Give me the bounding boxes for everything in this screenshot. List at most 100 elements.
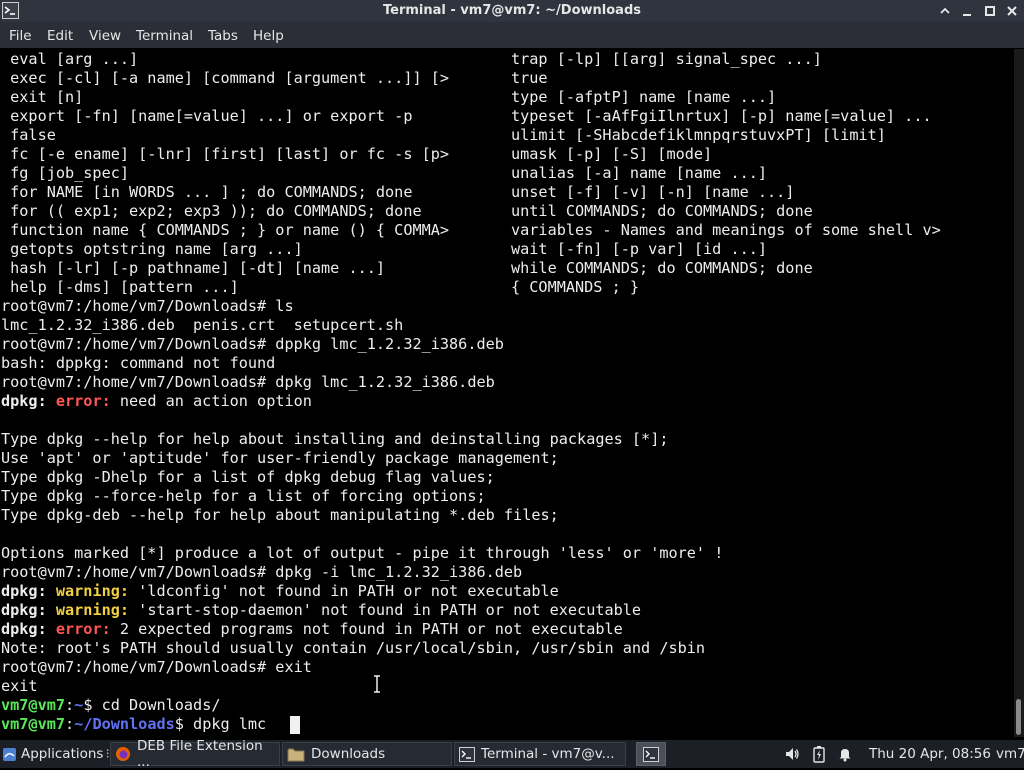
terminal-line: Use 'apt' or 'aptitude' for user-friendl… <box>1 449 559 467</box>
terminal-line: bash: dppkg: command not found <box>1 354 276 372</box>
terminal-line: dpkg: warning: 'ldconfig' not found in P… <box>1 582 559 601</box>
help-line: { COMMANDS ; } <box>511 278 640 296</box>
help-line: type [-afptP] name [name ...] <box>511 88 777 106</box>
window-titlebar[interactable]: Terminal - vm7@vm7: ~/Downloads <box>0 0 1024 22</box>
help-line: wait [-fn] [-p var] [id ...] <box>511 240 768 258</box>
terminal-line: Type dpkg --force-help for a list of for… <box>1 487 486 505</box>
terminal-line: root@vm7:/home/vm7/Downloads# dpkg -i lm… <box>1 563 523 581</box>
terminal-icon <box>643 746 659 762</box>
prompt-colon: : <box>65 696 75 714</box>
prompt-path: ~/Downloads <box>74 715 175 733</box>
help-line: umask [-p] [-S] [mode] <box>511 145 713 163</box>
terminal-line: dpkg: error: 2 expected programs not fou… <box>1 620 623 639</box>
prompt-path: ~ <box>74 696 84 714</box>
warning-label: warning: <box>55 582 130 600</box>
help-line: unalias [-a] name [name ...] <box>511 164 768 182</box>
taskbar-window-label: DEB File Extension ... <box>137 738 263 770</box>
terminal-line: root@vm7:/home/vm7/Downloads# dppkg lmc_… <box>1 335 504 353</box>
close-icon[interactable] <box>1003 2 1021 20</box>
terminal-output[interactable]: eval [arg ...] exec [-cl] [-a name] [com… <box>0 49 1014 737</box>
terminal-line: lmc_1.2.32_i386.deb penis.crt setupcert.… <box>1 316 404 334</box>
user-name[interactable]: vm7 <box>996 742 1024 766</box>
terminal-line: dpkg: warning: 'start-stop-daemon' not f… <box>1 601 641 620</box>
help-line: function name { COMMANDS ; } or name () … <box>1 221 450 239</box>
help-line: trap [-lp] [[arg] signal_spec ...] <box>511 50 822 68</box>
prompt-colon: : <box>65 715 75 733</box>
battery-icon[interactable] <box>812 742 826 766</box>
terminal-line: root@vm7:/home/vm7/Downloads# exit <box>1 658 312 676</box>
menu-edit[interactable]: Edit <box>47 28 73 44</box>
chevron-up-icon[interactable] <box>936 2 954 20</box>
help-line: for NAME [in WORDS ... ] ; do COMMANDS; … <box>1 183 413 201</box>
dpkg-prefix: dpkg: <box>1 582 47 600</box>
help-line: eval [arg ...] <box>1 50 139 68</box>
help-line: hash [-lr] [-p pathname] [-dt] [name ...… <box>1 259 386 277</box>
help-line: until COMMANDS; do COMMANDS; done <box>511 202 813 220</box>
minimize-icon[interactable] <box>958 2 976 20</box>
ibeam-cursor-icon <box>372 675 382 693</box>
menu-file[interactable]: File <box>9 28 32 44</box>
help-line: false <box>1 126 56 144</box>
help-line: help [-dms] [pattern ...] <box>1 278 239 296</box>
taskbar-window-label: Terminal - vm7@v... <box>481 746 615 762</box>
volume-icon[interactable] <box>784 742 800 766</box>
menu-tabs[interactable]: Tabs <box>208 28 238 44</box>
terminal-line: dpkg: error: need an action option <box>1 392 312 411</box>
message-text: 2 expected programs not found in PATH or… <box>110 620 623 638</box>
menu-view[interactable]: View <box>89 28 121 44</box>
prompt-command: $ cd Downloads/ <box>83 696 221 714</box>
folder-icon <box>287 747 305 762</box>
prompt-command: $ dpkg lmc <box>174 715 267 733</box>
dpkg-prefix: dpkg: <box>1 601 47 619</box>
terminal-scrollbar[interactable] <box>1014 49 1024 737</box>
help-line: fg [job_spec] <box>1 164 130 182</box>
warning-label: warning: <box>55 601 130 619</box>
window-title: Terminal - vm7@vm7: ~/Downloads <box>383 3 641 18</box>
error-label: error: <box>55 392 111 410</box>
terminal-line: Type dpkg -Dhelp for a list of dpkg debu… <box>1 468 495 486</box>
terminal-icon <box>459 746 475 762</box>
applications-menu-button[interactable]: Applications ⁝ <box>2 742 110 766</box>
help-line: typeset [-aAfFgiIlnrtux] [-p] name[=valu… <box>511 107 932 125</box>
help-line: for (( exp1; exp2; exp3 )); do COMMANDS;… <box>1 202 422 220</box>
workspace-switcher[interactable] <box>636 742 666 766</box>
menu-bar: File Edit View Terminal Tabs Help <box>0 22 1024 48</box>
xfce-menu-icon <box>2 747 17 762</box>
taskbar-window-firefox[interactable]: DEB File Extension ... <box>110 738 280 770</box>
help-line: exit [n] <box>1 88 84 106</box>
text-cursor <box>290 716 300 734</box>
help-line: exec [-cl] [-a name] [command [argument … <box>1 69 450 87</box>
terminal-line: root@vm7:/home/vm7/Downloads# dpkg lmc_1… <box>1 373 495 391</box>
terminal-line: Note: root's PATH should usually contain… <box>1 639 706 657</box>
taskbar-window-files[interactable]: Downloads <box>282 742 452 766</box>
help-line: true <box>511 69 548 87</box>
help-line: unset [-f] [-v] [-n] [name ...] <box>511 183 795 201</box>
dpkg-prefix: dpkg: <box>1 392 47 410</box>
firefox-icon <box>115 746 131 762</box>
help-line: export [-fn] [name[=value] ...] or expor… <box>1 107 413 125</box>
message-text: 'ldconfig' not found in PATH or not exec… <box>129 582 559 600</box>
help-line: getopts optstring name [arg ...] <box>1 240 303 258</box>
clock[interactable]: Thu 20 Apr, 08:56 <box>869 742 991 766</box>
prompt-line: vm7@vm7:~/Downloads$ dpkg lmc <box>1 715 266 734</box>
prompt-user: vm7@vm7 <box>1 696 66 714</box>
terminal-line: exit <box>1 677 38 695</box>
help-line: while COMMANDS; do COMMANDS; done <box>511 259 813 277</box>
prompt-line: vm7@vm7:~$ cd Downloads/ <box>1 696 220 715</box>
message-text: 'start-stop-daemon' not found in PATH or… <box>129 601 642 619</box>
menu-help[interactable]: Help <box>253 28 284 44</box>
taskbar: Applications ⁝ DEB File Extension ... Do… <box>0 738 1024 770</box>
notifications-bell-icon[interactable] <box>838 742 852 766</box>
help-line: fc [-e ename] [-lnr] [first] [last] or f… <box>1 145 450 163</box>
menu-terminal[interactable]: Terminal <box>136 28 193 44</box>
terminal-line: Type dpkg --help for help about installi… <box>1 430 669 448</box>
taskbar-window-label: Downloads <box>311 746 386 762</box>
scrollbar-thumb[interactable] <box>1016 699 1021 735</box>
dpkg-prefix: dpkg: <box>1 620 47 638</box>
message-text: need an action option <box>110 392 312 410</box>
applications-label: Applications <box>21 746 104 762</box>
terminal-line: Type dpkg-deb --help for help about mani… <box>1 506 559 524</box>
maximize-icon[interactable] <box>981 2 999 20</box>
error-label: error: <box>55 620 111 638</box>
taskbar-window-terminal[interactable]: Terminal - vm7@v... <box>454 742 626 766</box>
